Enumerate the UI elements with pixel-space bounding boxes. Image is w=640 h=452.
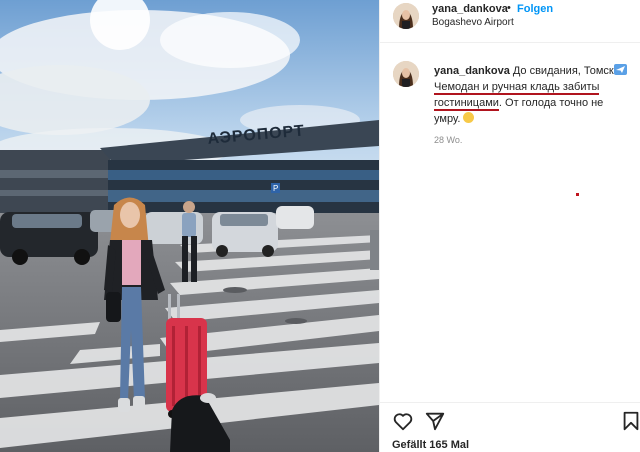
action-bar: Gefällt 165 Mal: [380, 402, 640, 452]
annotation-dot: [576, 193, 579, 196]
follow-button[interactable]: Folgen: [517, 3, 553, 15]
post-photo[interactable]: АЭРОПОРТ P: [0, 0, 379, 452]
likes-count[interactable]: Gefällt 165 Mal: [392, 439, 469, 451]
heart-icon[interactable]: [392, 410, 414, 432]
caption-username[interactable]: yana_dankova: [434, 65, 510, 77]
caption-line2-underlined: Чемодан и ручная кладь забиты: [434, 81, 600, 95]
header-username[interactable]: yana_dankova: [432, 3, 508, 15]
caption-text: yana_dankova До свидания, Томск Чемодан и…: [434, 63, 630, 127]
svg-text:P: P: [273, 184, 278, 193]
share-icon[interactable]: [424, 410, 446, 432]
post-header: yana_dankova • Folgen Bogashevo Airport: [380, 0, 640, 43]
bookmark-icon[interactable]: [620, 410, 640, 432]
caption-line3-underlined: гостиницами: [434, 97, 499, 111]
avatar[interactable]: [393, 3, 419, 29]
smile-emoji-icon: [463, 112, 475, 123]
post-sidebar: yana_dankova • Folgen Bogashevo Airport …: [379, 0, 640, 452]
caption-avatar[interactable]: [393, 61, 419, 87]
comment-timestamp[interactable]: 28 Wo.: [434, 135, 462, 145]
airplane-emoji-icon: [613, 64, 627, 75]
location-link[interactable]: Bogashevo Airport: [432, 17, 514, 28]
separator-dot: •: [507, 2, 511, 14]
caption-line1: До свидания, Томск: [512, 65, 614, 77]
